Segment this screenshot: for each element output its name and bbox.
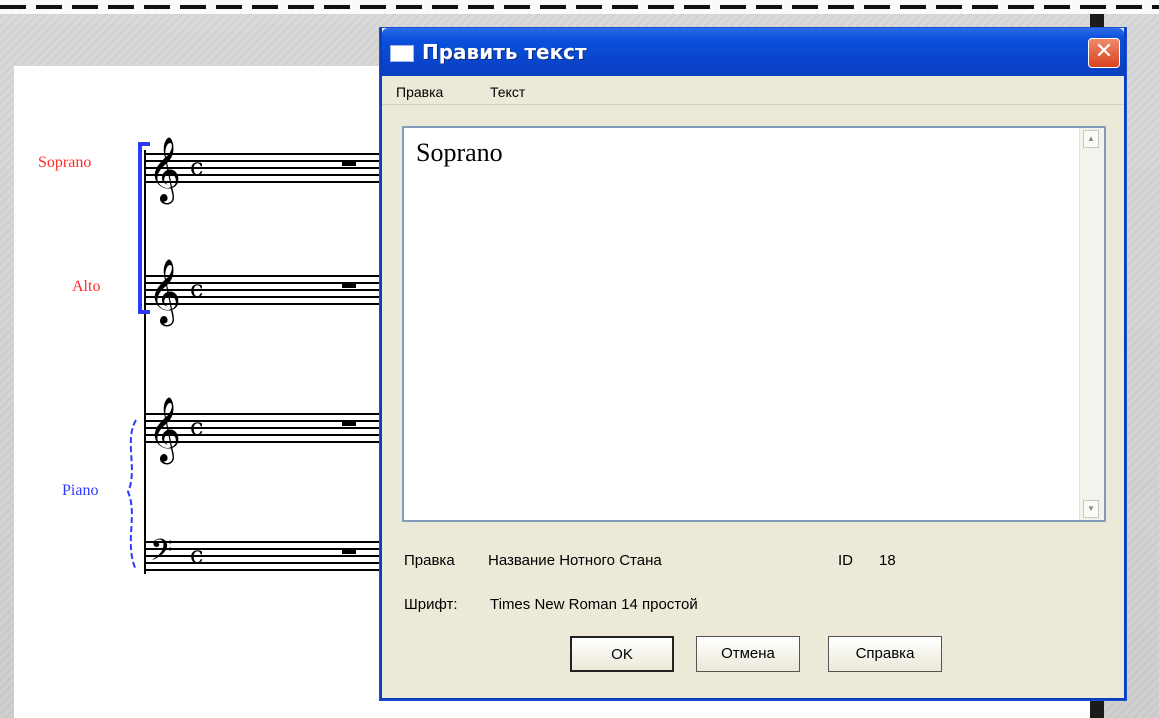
time-signature: c bbox=[190, 413, 203, 441]
scroll-down-icon[interactable]: ▼ bbox=[1083, 500, 1099, 518]
piano-brace bbox=[126, 419, 137, 571]
help-button[interactable]: Справка bbox=[828, 636, 942, 672]
dialog-title: Править текст bbox=[422, 40, 587, 64]
id-label: ID bbox=[838, 552, 853, 569]
whole-rest bbox=[342, 283, 356, 288]
close-icon: ✕ bbox=[1094, 39, 1114, 64]
staff-piano-bass: 𝄢 c bbox=[145, 534, 380, 575]
text-editor-frame: Soprano ▲ ▼ bbox=[402, 126, 1106, 522]
cancel-button[interactable]: Отмена bbox=[696, 636, 800, 672]
edit-type-label: Правка bbox=[404, 552, 455, 569]
ok-button[interactable]: OK bbox=[570, 636, 674, 672]
staff-alto: 𝄞 c bbox=[145, 259, 380, 326]
text-editor[interactable]: Soprano bbox=[404, 128, 1080, 520]
vertical-scrollbar[interactable]: ▲ ▼ bbox=[1079, 128, 1104, 520]
scroll-up-icon[interactable]: ▲ bbox=[1083, 130, 1099, 148]
treble-clef-icon: 𝄞 bbox=[148, 397, 181, 464]
menu-item-edit[interactable]: Правка bbox=[396, 84, 443, 100]
time-signature: c bbox=[190, 153, 203, 181]
menu-item-text[interactable]: Текст bbox=[490, 84, 525, 100]
time-signature: c bbox=[190, 275, 203, 303]
dialog-titlebar[interactable]: Править текст ✕ bbox=[382, 28, 1124, 76]
id-value: 18 bbox=[879, 552, 896, 569]
edit-type-value: Название Нотного Стана bbox=[488, 552, 662, 569]
whole-rest bbox=[342, 549, 356, 554]
dialog-menubar: Правка Текст bbox=[382, 76, 1124, 105]
edit-text-dialog: Править текст ✕ Правка Текст Soprano ▲ ▼… bbox=[380, 28, 1126, 700]
staff-label-alto[interactable]: Alto bbox=[72, 278, 100, 296]
whole-rest bbox=[342, 421, 356, 426]
staff-soprano: 𝄞 c bbox=[145, 137, 380, 204]
staff-label-piano[interactable]: Piano bbox=[62, 482, 98, 500]
close-button[interactable]: ✕ bbox=[1088, 38, 1120, 68]
font-value: Times New Roman 14 простой bbox=[490, 596, 698, 613]
font-label: Шрифт: bbox=[404, 596, 458, 613]
time-signature: c bbox=[190, 541, 203, 569]
window-icon bbox=[390, 45, 414, 62]
treble-clef-icon: 𝄞 bbox=[148, 137, 181, 204]
treble-clef-icon: 𝄞 bbox=[148, 259, 181, 326]
staff-piano-treble: 𝄞 c bbox=[145, 397, 380, 464]
staff-label-soprano[interactable]: Soprano bbox=[38, 154, 91, 172]
bass-clef-icon: 𝄢 bbox=[150, 534, 173, 575]
whole-rest bbox=[342, 161, 356, 166]
